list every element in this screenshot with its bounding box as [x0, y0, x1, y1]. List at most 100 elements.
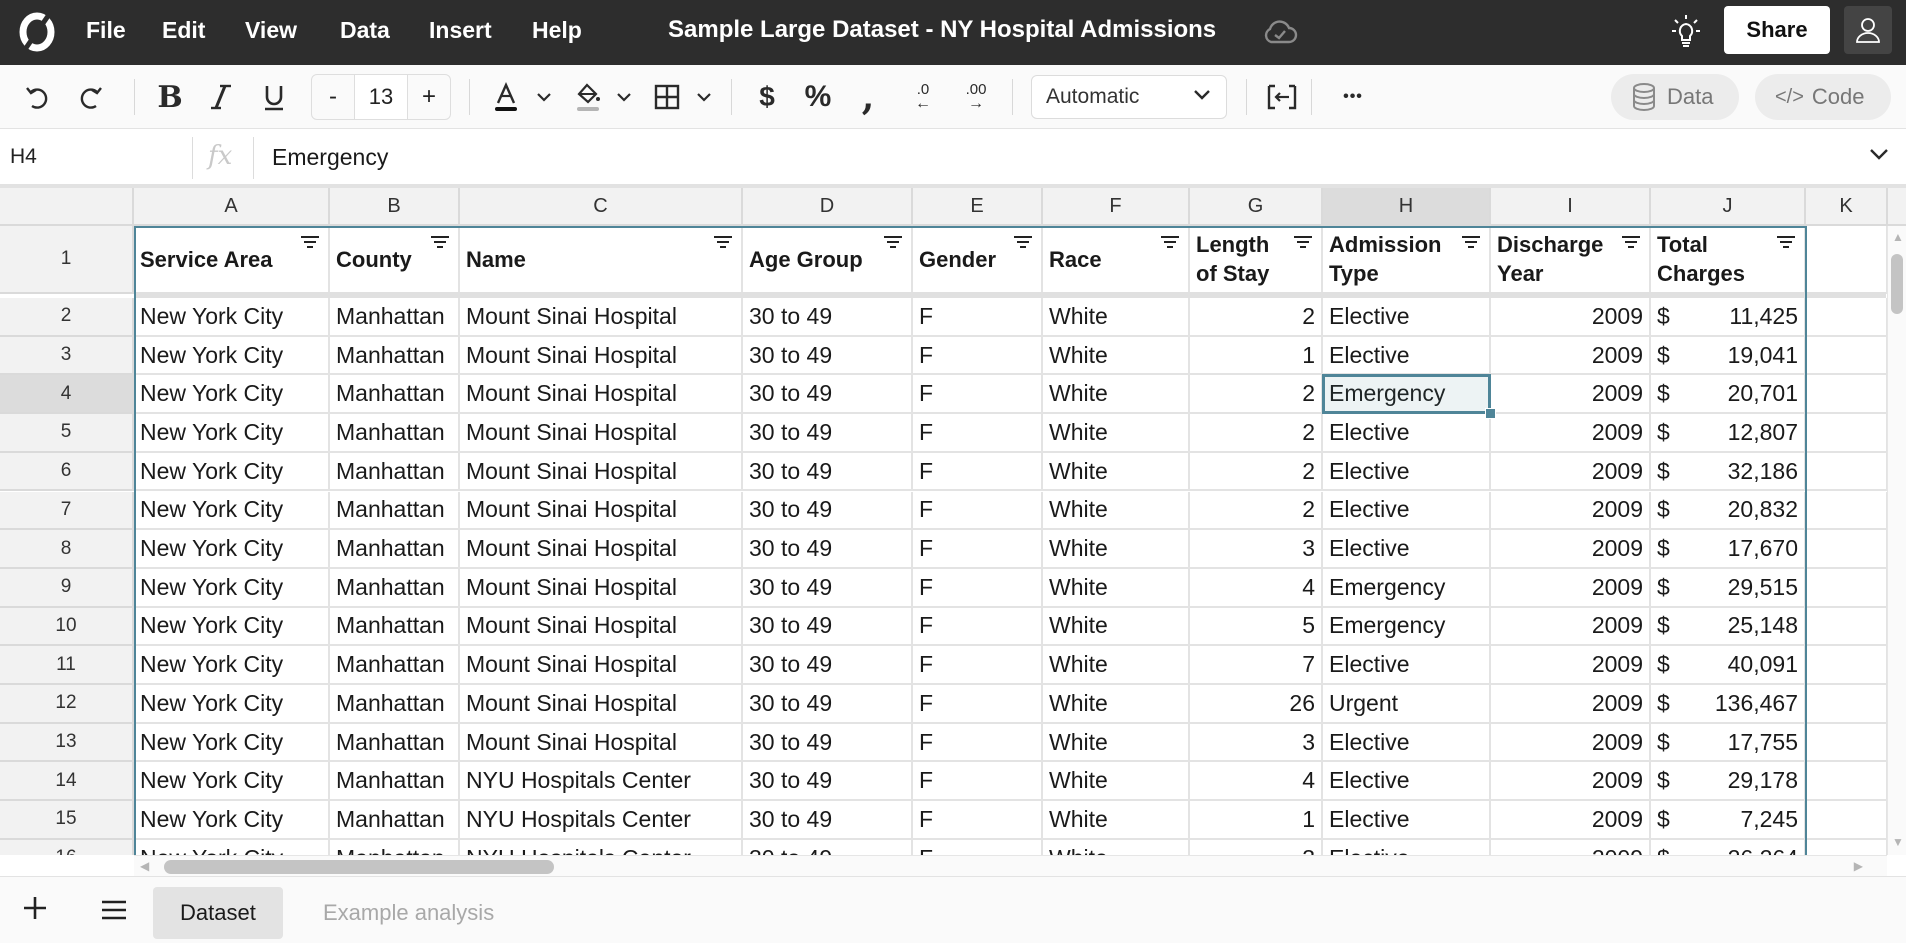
comma-format-button[interactable]: , — [856, 76, 880, 118]
table-cell[interactable]: Emergency — [1323, 607, 1491, 647]
table-cell[interactable]: 4 — [1190, 568, 1323, 608]
menu-file[interactable]: File — [86, 17, 126, 44]
table-cell[interactable]: New York City — [134, 336, 330, 376]
table-cell[interactable]: F — [913, 607, 1043, 647]
table-cell[interactable]: 30 to 49 — [743, 530, 913, 569]
table-cell[interactable]: 30 to 49 — [743, 414, 913, 453]
fill-color-dropdown[interactable] — [612, 79, 636, 115]
text-color-dropdown[interactable] — [532, 79, 556, 115]
menu-help[interactable]: Help — [532, 17, 582, 44]
column-header-g[interactable]: G — [1190, 188, 1323, 224]
table-cell[interactable]: $20,832 — [1651, 491, 1806, 531]
empty-cell[interactable] — [1806, 568, 1888, 608]
table-cell[interactable]: Mount Sinai Hospital — [460, 530, 743, 569]
table-cell[interactable]: White — [1043, 375, 1190, 415]
sheet-tab-dataset[interactable]: Dataset — [153, 887, 283, 939]
row-header-16[interactable]: 16 — [0, 839, 134, 855]
table-cell[interactable]: New York City — [134, 568, 330, 608]
row-header-2[interactable]: 2 — [0, 298, 134, 337]
table-cell[interactable]: 30 to 49 — [743, 762, 913, 802]
table-cell[interactable]: Manhattan — [330, 801, 460, 840]
row-header-12[interactable]: 12 — [0, 685, 134, 724]
expand-formula-bar-icon[interactable] — [1868, 147, 1890, 161]
table-cell[interactable]: New York City — [134, 762, 330, 802]
table-cell[interactable]: New York City — [134, 607, 330, 647]
table-cell[interactable]: 2 — [1190, 452, 1323, 492]
fill-handle[interactable] — [1485, 408, 1496, 420]
table-cell[interactable]: 7 — [1190, 646, 1323, 685]
empty-cell[interactable] — [1806, 336, 1888, 376]
table-cell[interactable]: Elective — [1323, 298, 1491, 337]
menu-insert[interactable]: Insert — [429, 17, 492, 44]
column-header-a[interactable]: A — [134, 188, 330, 224]
table-cell[interactable]: Emergency — [1323, 375, 1491, 415]
fill-color-button[interactable] — [572, 79, 604, 115]
table-cell[interactable]: 3 — [1190, 530, 1323, 569]
table-cell[interactable]: New York City — [134, 685, 330, 724]
table-header-cell[interactable]: Admission Type — [1323, 226, 1491, 294]
column-header-j[interactable]: J — [1651, 188, 1806, 224]
vertical-scroll-thumb[interactable] — [1891, 254, 1903, 314]
filter-icon[interactable] — [1013, 235, 1033, 251]
table-cell[interactable]: 30 to 49 — [743, 607, 913, 647]
filter-icon[interactable] — [1293, 235, 1313, 251]
table-cell[interactable]: $17,755 — [1651, 723, 1806, 763]
table-cell[interactable]: Mount Sinai Hospital — [460, 452, 743, 492]
table-cell[interactable]: White — [1043, 646, 1190, 685]
table-cell[interactable]: Manhattan — [330, 607, 460, 647]
table-cell[interactable]: 2009 — [1491, 685, 1651, 724]
empty-cell[interactable] — [1806, 414, 1888, 453]
scroll-right-arrow-icon[interactable]: ▶ — [1854, 859, 1863, 873]
empty-cell[interactable] — [1806, 839, 1888, 855]
table-cell[interactable]: 26 — [1190, 685, 1323, 724]
table-cell[interactable]: $25,148 — [1651, 607, 1806, 647]
table-cell[interactable]: Manhattan — [330, 414, 460, 453]
empty-cell[interactable] — [1806, 685, 1888, 724]
table-cell[interactable]: White — [1043, 723, 1190, 763]
table-cell[interactable]: 2 — [1190, 298, 1323, 337]
filter-icon[interactable] — [883, 235, 903, 251]
empty-cell[interactable] — [1806, 646, 1888, 685]
table-cell[interactable]: Mount Sinai Hospital — [460, 723, 743, 763]
table-cell[interactable]: White — [1043, 298, 1190, 337]
menu-edit[interactable]: Edit — [162, 17, 205, 44]
table-cell[interactable]: Elective — [1323, 414, 1491, 453]
row-header-10[interactable]: 10 — [0, 607, 134, 647]
table-cell[interactable]: $26,264 — [1651, 839, 1806, 855]
table-cell[interactable]: 30 to 49 — [743, 646, 913, 685]
scroll-left-arrow-icon[interactable]: ◀ — [140, 859, 149, 873]
table-cell[interactable]: 2 — [1190, 414, 1323, 453]
table-cell[interactable]: 30 to 49 — [743, 375, 913, 415]
sheet-list-button[interactable] — [100, 899, 128, 926]
table-cell[interactable]: F — [913, 452, 1043, 492]
table-cell[interactable]: 2009 — [1491, 839, 1651, 855]
table-cell[interactable]: Elective — [1323, 801, 1491, 840]
table-header-cell[interactable]: Total Charges — [1651, 226, 1806, 294]
empty-cell[interactable] — [1806, 452, 1888, 492]
filter-icon[interactable] — [1776, 235, 1796, 251]
table-cell[interactable]: F — [913, 762, 1043, 802]
table-cell[interactable]: New York City — [134, 839, 330, 855]
row-header-4[interactable]: 4 — [0, 375, 134, 415]
table-cell[interactable]: 2009 — [1491, 336, 1651, 376]
table-cell[interactable]: White — [1043, 801, 1190, 840]
app-logo-icon[interactable] — [18, 12, 56, 52]
table-cell[interactable]: Mount Sinai Hospital — [460, 414, 743, 453]
table-cell[interactable]: White — [1043, 336, 1190, 376]
table-cell[interactable]: New York City — [134, 452, 330, 492]
empty-cell[interactable] — [1806, 375, 1888, 415]
table-cell[interactable]: 2009 — [1491, 646, 1651, 685]
table-cell[interactable]: New York City — [134, 646, 330, 685]
table-header-cell[interactable]: Name — [460, 226, 743, 294]
text-wrap-button[interactable] — [1264, 79, 1300, 115]
table-cell[interactable]: 3 — [1190, 723, 1323, 763]
formula-input[interactable]: Emergency — [272, 144, 388, 171]
empty-cell[interactable] — [1806, 801, 1888, 840]
row-header-6[interactable]: 6 — [0, 452, 134, 492]
number-format-select[interactable]: Automatic — [1031, 75, 1227, 119]
table-cell[interactable]: NYU Hospitals Center — [460, 762, 743, 802]
table-cell[interactable]: 30 to 49 — [743, 723, 913, 763]
table-cell[interactable]: $19,041 — [1651, 336, 1806, 376]
font-size-decrease-button[interactable]: - — [312, 75, 354, 119]
table-cell[interactable]: 2009 — [1491, 375, 1651, 415]
